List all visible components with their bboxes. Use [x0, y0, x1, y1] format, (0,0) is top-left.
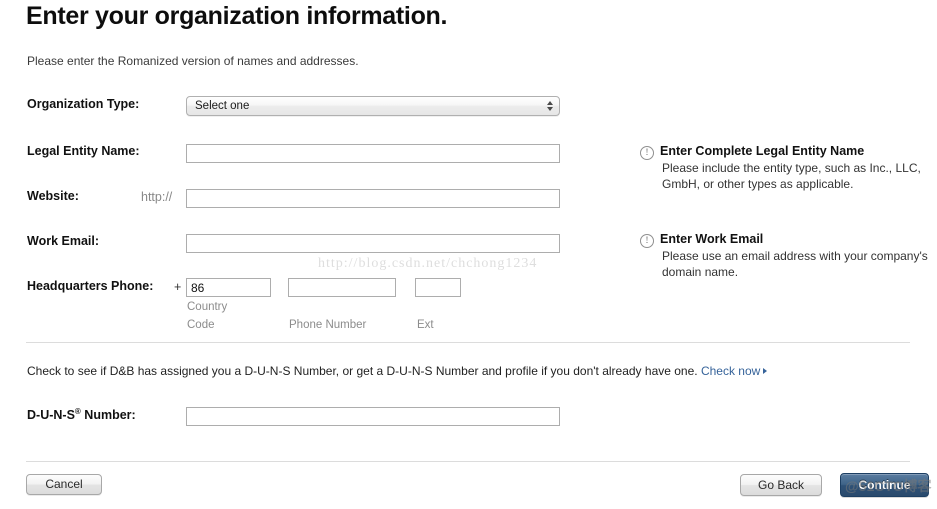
organization-information-form: Enter your organization information. Ple…	[0, 0, 937, 509]
go-back-button[interactable]: Go Back	[740, 474, 822, 496]
check-now-link[interactable]: Check now	[701, 364, 760, 378]
duns-label-main: D-U-N-S	[27, 408, 75, 422]
page-subtitle: Please enter the Romanized version of na…	[27, 54, 359, 68]
cancel-button[interactable]: Cancel	[26, 474, 102, 495]
exclamation-circle-icon: !	[640, 146, 654, 160]
legal-entity-name-label: Legal Entity Name:	[27, 144, 140, 158]
duns-note-text: Check to see if D&B has assigned you a D…	[27, 364, 698, 378]
organization-type-select-value[interactable]: Select one	[186, 96, 560, 116]
legal-entity-name-input[interactable]	[186, 144, 560, 163]
phone-number-sublabel: Phone Number	[289, 319, 367, 331]
duns-note: Check to see if D&B has assigned you a D…	[27, 364, 768, 378]
continue-button[interactable]: Continue	[840, 473, 929, 497]
exclamation-circle-icon: !	[640, 234, 654, 248]
country-code-sublabel-line1: Country	[187, 301, 228, 313]
website-input[interactable]	[186, 189, 560, 208]
country-code-input[interactable]	[186, 278, 271, 297]
headquarters-phone-label: Headquarters Phone:	[27, 279, 154, 293]
chevron-updown-icon	[546, 99, 553, 113]
work-email-input[interactable]	[186, 234, 560, 253]
phone-number-input[interactable]	[288, 278, 396, 297]
work-email-label: Work Email:	[27, 234, 100, 248]
organization-type-label: Organization Type:	[27, 97, 140, 111]
duns-number-label: D-U-N-S® Number:	[27, 407, 136, 422]
page-title: Enter your organization information.	[26, 2, 448, 30]
help-body: Please include the entity type, such as …	[662, 161, 921, 191]
website-label: Website:	[27, 189, 79, 203]
organization-type-select[interactable]: Select one	[186, 96, 560, 116]
watermark-url: http://blog.csdn.net/chchong1234	[318, 256, 538, 271]
phone-ext-sublabel: Ext	[417, 319, 434, 331]
website-protocol-prefix: http://	[141, 190, 173, 204]
arrow-right-icon	[763, 368, 768, 374]
duns-number-input[interactable]	[186, 407, 560, 426]
country-code-sublabel-line2: Code	[187, 319, 215, 331]
phone-ext-input[interactable]	[415, 278, 461, 297]
help-body: Please use an email address with your co…	[662, 249, 928, 279]
help-title: Enter Complete Legal Entity Name	[660, 144, 865, 158]
section-divider-footer	[26, 461, 910, 462]
duns-label-suffix: Number:	[80, 408, 136, 422]
phone-plus-sign: +	[174, 280, 182, 294]
section-divider-top	[26, 342, 910, 343]
help-title: Enter Work Email	[660, 232, 764, 246]
